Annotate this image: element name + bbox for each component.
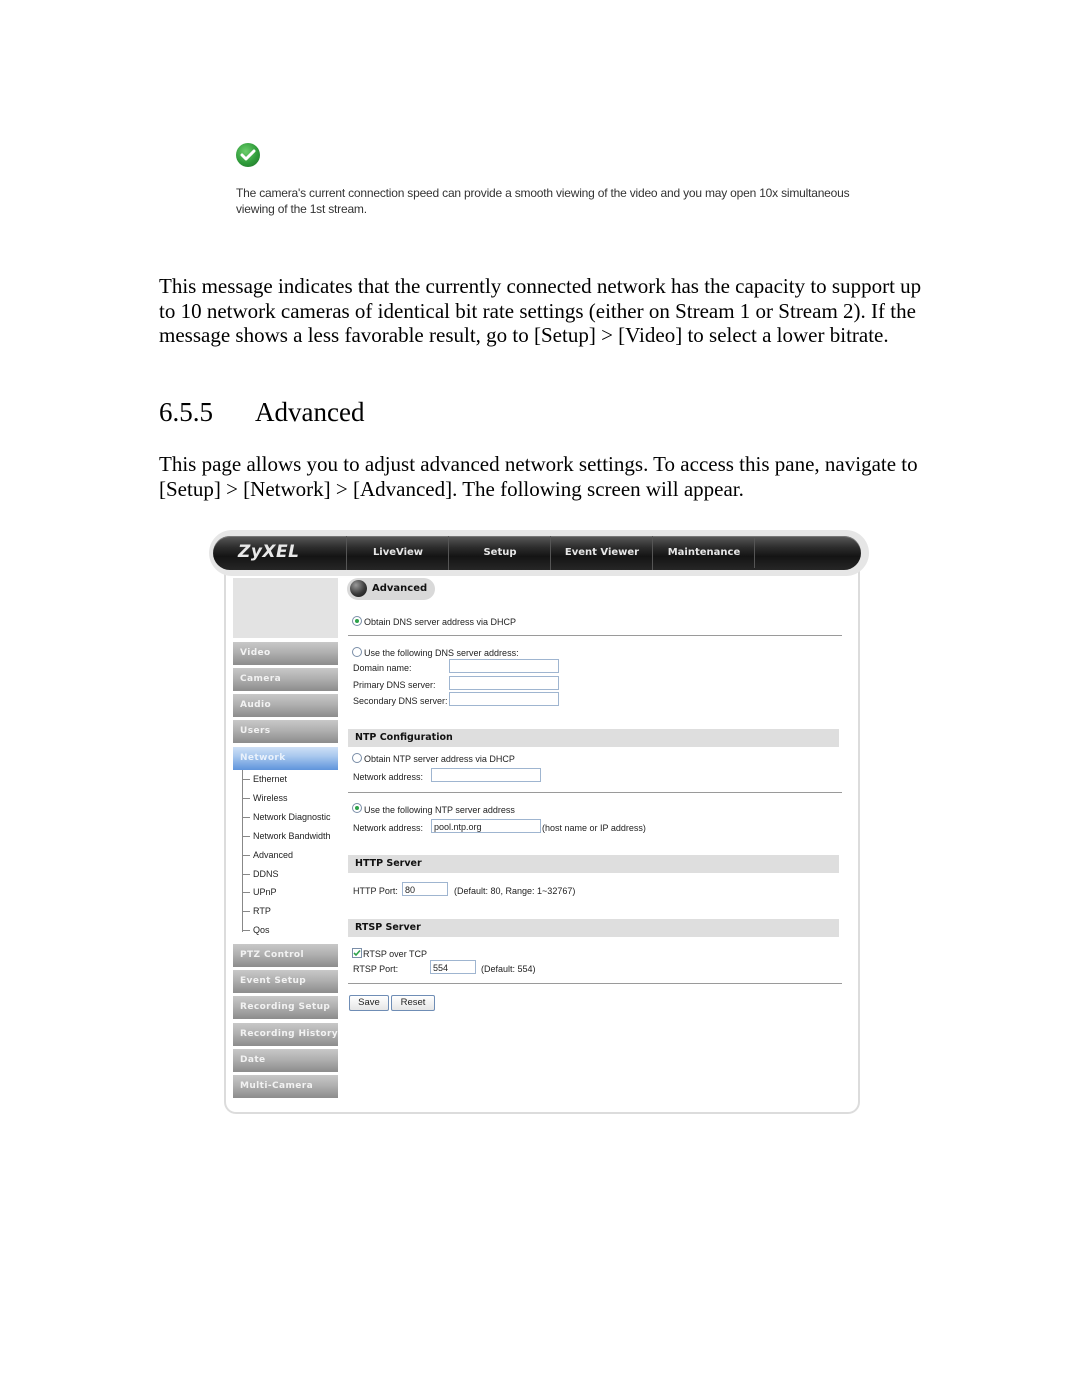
http-port-label: HTTP Port:: [353, 886, 398, 896]
section-heading: 6.5.5 Advanced: [159, 396, 364, 428]
sidebar-sub-rtp[interactable]: RTP: [243, 905, 271, 917]
ntp-manual-address-input[interactable]: pool.ntp.org: [431, 819, 541, 833]
paragraph-intro: This page allows you to adjust advanced …: [159, 452, 918, 501]
dns-manual-label: Use the following DNS server address:: [364, 648, 519, 658]
ntp-address-hint: (host name or IP address): [542, 823, 646, 833]
paragraph-capacity: This message indicates that the currentl…: [159, 274, 922, 347]
dns-manual-radio[interactable]: [352, 647, 362, 657]
rtsp-port-input[interactable]: 554: [430, 960, 476, 974]
sidebar-item-video[interactable]: Video: [233, 642, 338, 665]
ntp-section-header: NTP Configuration: [348, 729, 839, 747]
http-section-header: HTTP Server: [348, 855, 839, 873]
bullet-ball-icon: [350, 580, 367, 597]
sidebar-item-ptz-control[interactable]: PTZ Control: [233, 944, 338, 967]
divider: [348, 635, 842, 636]
sidebar-item-date[interactable]: Date: [233, 1049, 338, 1072]
connection-status-message: The camera's current connection speed ca…: [236, 186, 850, 216]
sidebar-sub-wireless[interactable]: Wireless: [243, 792, 288, 804]
sidebar-sub-advanced[interactable]: Advanced: [243, 849, 293, 861]
sidebar-header-blank: [233, 578, 338, 638]
dns-dhcp-label: Obtain DNS server address via DHCP: [364, 617, 517, 627]
domain-name-label: Domain name:: [353, 663, 412, 673]
sidebar-item-users[interactable]: Users: [233, 720, 338, 743]
ntp-dhcp-label: Obtain NTP server address via DHCP: [364, 754, 515, 764]
ntp-manual-address-label: Network address:: [353, 823, 424, 833]
section-title: Advanced: [255, 397, 365, 427]
nav-setup[interactable]: Setup: [448, 536, 551, 570]
zyxel-logo: ZyXEL: [238, 542, 300, 562]
sidebar-sub-qos[interactable]: Qos: [243, 924, 270, 936]
divider: [348, 792, 842, 793]
sidebar-item-camera[interactable]: Camera: [233, 668, 338, 691]
nav-maintenance[interactable]: Maintenance: [652, 536, 755, 570]
sidebar-sub-ethernet[interactable]: Ethernet: [243, 773, 287, 785]
divider: [348, 983, 842, 984]
sidebar-item-recording-setup[interactable]: Recording Setup: [233, 996, 338, 1019]
nav-event-viewer[interactable]: Event Viewer: [550, 536, 653, 570]
sidebar-item-multi-camera[interactable]: Multi-Camera: [233, 1075, 338, 1098]
rtsp-section-header: RTSP Server: [348, 919, 839, 937]
section-number: 6.5.5: [159, 397, 213, 427]
sidebar-item-recording-history[interactable]: Recording History: [233, 1023, 338, 1046]
ntp-dhcp-address-input[interactable]: [431, 768, 541, 782]
sidebar-sub-network-bandwidth[interactable]: Network Bandwidth: [243, 830, 331, 842]
rtsp-port-label: RTSP Port:: [353, 964, 399, 974]
http-port-input[interactable]: 80: [402, 882, 448, 896]
dns-dhcp-radio[interactable]: [352, 616, 362, 626]
sidebar-item-event-setup[interactable]: Event Setup: [233, 970, 338, 993]
sidebar-item-audio[interactable]: Audio: [233, 694, 338, 717]
secondary-dns-input[interactable]: [449, 692, 559, 706]
ntp-dhcp-address-label: Network address:: [353, 772, 424, 782]
sidebar-item-network[interactable]: Network: [233, 747, 338, 770]
secondary-dns-label: Secondary DNS server:: [353, 696, 448, 706]
primary-dns-label: Primary DNS server:: [353, 680, 436, 690]
ntp-dhcp-radio[interactable]: [352, 753, 362, 763]
http-port-hint: (Default: 80, Range: 1~32767): [454, 886, 576, 896]
ntp-manual-label: Use the following NTP server address: [364, 805, 515, 815]
sidebar-sub-upnp[interactable]: UPnP: [243, 886, 277, 898]
page-title: Advanced: [372, 583, 428, 594]
sidebar-sub-ddns[interactable]: DDNS: [243, 868, 279, 880]
nav-separator: [754, 538, 755, 568]
rtsp-port-hint: (Default: 554): [481, 964, 536, 974]
domain-name-input[interactable]: [449, 659, 559, 673]
rtsp-over-tcp-label: RTSP over TCP: [363, 949, 428, 959]
nav-liveview[interactable]: LiveView: [346, 536, 449, 570]
check-circle-icon: [236, 143, 260, 167]
save-button[interactable]: Save: [349, 995, 389, 1011]
ntp-manual-radio[interactable]: [352, 803, 362, 813]
reset-button[interactable]: Reset: [391, 995, 435, 1011]
rtsp-over-tcp-checkbox[interactable]: [352, 948, 362, 958]
primary-dns-input[interactable]: [449, 676, 559, 690]
sidebar-sub-network-diagnostic[interactable]: Network Diagnostic: [243, 811, 331, 823]
